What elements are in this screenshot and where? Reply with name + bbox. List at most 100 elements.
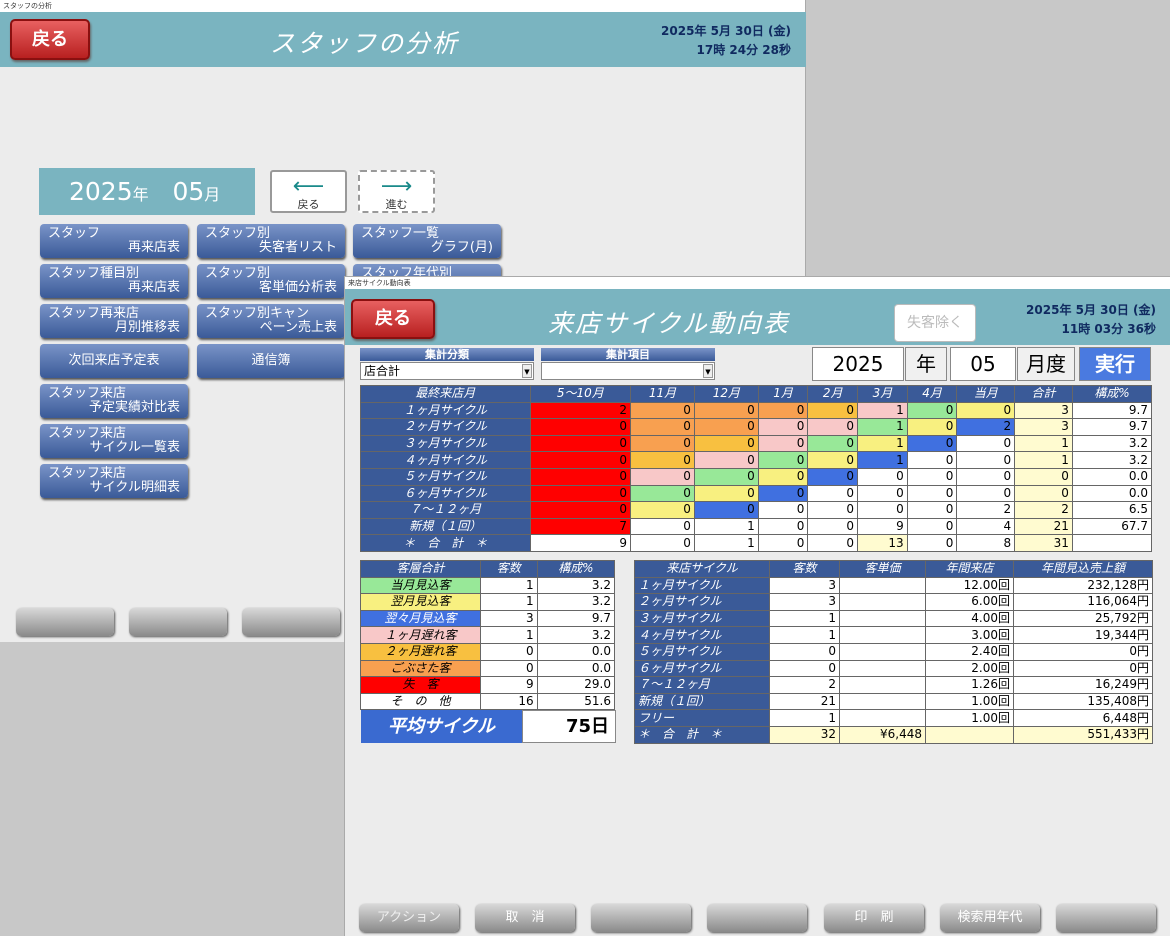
table-cell: 3 [1014,401,1073,420]
cycle-count: 32 [769,725,840,744]
table-row: ＊ 合 計 ＊ 32 ¥6,448 551,433円 [634,725,1153,744]
cycle-count: 0 [769,642,840,661]
cycle-label: ＊ 合 計 ＊ [634,725,770,744]
cycle-sales: 19,344円 [1013,626,1153,644]
run-button[interactable]: 実行 [1079,347,1151,381]
lost-customer-list-button[interactable]: スタッフ別 失客者リスト [197,224,345,258]
report-card-button[interactable]: 通信簿 [197,344,345,378]
unit-price-analysis-button[interactable]: スタッフ別 客単価分析表 [197,264,345,298]
column-header: 客数 [769,560,840,578]
bottom-button-1[interactable] [16,608,114,636]
table-cell: 0 [630,501,695,519]
agg-category-select[interactable]: 店合計 ▼ [360,362,534,380]
action-button[interactable]: アクション [359,904,459,932]
cycle-label: １ヶ月サイクル [634,576,770,595]
table-cell: 0 [807,434,859,453]
table-cell: 0 [807,401,859,420]
cancel-button[interactable]: 取 消 [475,904,575,932]
arrow-left-icon: ⟵ [292,174,325,199]
row-label: ２ヶ月サイクル [360,418,531,436]
table-cell: 0 [906,467,958,486]
cycle-list-button[interactable]: スタッフ来店 サイクル一覧表 [40,424,188,458]
staff-revisit-button[interactable]: スタッフ 再来店表 [40,224,188,258]
table-row: ６ヶ月サイクル 0 0 0 0 0 0 0 0 0 0.0 [360,484,1153,503]
segment-count: 1 [480,626,538,644]
cycle-sales: 0円 [1013,642,1153,661]
bottom-button-3[interactable] [242,608,340,636]
table-cell: 0 [693,418,759,436]
campaign-sales-button[interactable]: スタッフ別キャン ペーン売上表 [197,304,345,338]
prev-month-button[interactable]: ⟵ 戻る [270,170,347,213]
staff-category-revisit-button[interactable]: スタッフ種目別 再来店表 [40,264,188,298]
arrow-right-icon: ⟶ [380,174,413,199]
time-text: 17時 24分 28秒 [696,43,791,57]
blank-button-3[interactable] [1056,904,1156,932]
blank-button-1[interactable] [591,904,691,932]
agg-item-label: 集計項目 [541,348,715,361]
next-month-button[interactable]: ⟶ 進む [358,170,435,213]
table-cell: 4 [956,517,1016,536]
row-label: ３ヶ月サイクル [360,434,531,453]
cycle-unit-price [839,609,926,628]
print-button[interactable]: 印 刷 [824,904,924,932]
btn-line1: スタッフ一覧 [361,226,440,241]
cycle-label: ３ヶ月サイクル [634,609,770,628]
table-cell: 0.0 [1071,484,1153,503]
table-cell: 0 [529,434,632,453]
btn-line1: スタッフ来店 [48,466,127,481]
table-cell: 1 [693,534,759,552]
table-cell: 1 [1014,434,1073,453]
page-title: 来店サイクル動向表 [548,309,790,338]
btn-line2: グラフ(月) [430,240,493,255]
table-cell: 0 [630,534,695,552]
table-cell: 0 [807,451,859,469]
table-header-row: 来店サイクル 客数 客単価 年間来店 年間見込売上額 [634,560,1153,578]
search-age-button[interactable]: 検索用年代 [940,904,1040,932]
year-month-display: 2025年 05月 [39,168,255,215]
table-cell: 0 [529,467,632,486]
row-label: ５ヶ月サイクル [360,467,531,486]
segment-label: ごぶさた客 [360,659,481,678]
table-row: ２ヶ月サイクル 3 6.00回 116,064円 [634,593,1153,611]
column-header: 12月 [693,385,759,403]
table-header-row: 最終来店月 5～10月 11月 12月 1月 2月 3月 4月 当月 合計 構成% [360,385,1153,403]
cycle-sales: 135,408円 [1013,692,1153,711]
row-label: ７～１２ヶ月 [360,501,531,519]
table-row: １ヶ月サイクル 3 12.00回 232,128円 [634,576,1153,595]
back-button[interactable]: 戻る [351,299,435,339]
cycle-count: 1 [769,709,840,727]
cycle-unit-price [839,642,926,661]
table-cell: 0 [906,401,958,420]
cycle-sales: 116,064円 [1013,593,1153,611]
table-cell: 0 [956,484,1016,503]
next-visit-schedule-button[interactable]: 次回来店予定表 [40,344,188,378]
back-button[interactable]: 戻る [10,19,90,60]
table-cell: 9.7 [1071,401,1153,420]
monthly-trend-button[interactable]: スタッフ再来店 月別推移表 [40,304,188,338]
cycle-unit-price [839,576,926,595]
cycle-detail-button[interactable]: スタッフ来店 サイクル明細表 [40,464,188,498]
segment-label: １ヶ月遅れ客 [360,626,481,644]
column-header: 5～10月 [529,385,632,403]
table-cell: 13 [857,534,908,552]
blank-button-2[interactable] [707,904,807,932]
avg-cycle-value: 75日 [522,710,616,743]
staff-graph-button[interactable]: スタッフ一覧 グラフ(月) [353,224,501,258]
table-cell: 0 [807,501,859,519]
table-row: フリー 1 1.00回 6,448円 [634,709,1153,727]
table-cell: 0 [757,434,809,453]
cycle-visits: 1.00回 [925,692,1014,711]
month-input[interactable]: 05 [950,347,1016,381]
year-input[interactable]: 2025 [812,347,904,381]
table-cell: 0 [906,517,958,536]
btn-line1: スタッフ別 [205,226,271,241]
table-row: ５ヶ月サイクル 0 2.40回 0円 [634,642,1153,661]
plan-vs-actual-button[interactable]: スタッフ来店 予定実績対比表 [40,384,188,418]
table-cell: 0 [529,501,632,519]
exclude-lost-button[interactable]: 失客除く [894,304,976,342]
table-cell: 0 [807,418,859,436]
table-cell: 0 [956,434,1016,453]
agg-item-select[interactable]: ▼ [541,362,715,380]
bottom-button-2[interactable] [129,608,227,636]
btn-line1: スタッフ来店 [48,386,127,401]
